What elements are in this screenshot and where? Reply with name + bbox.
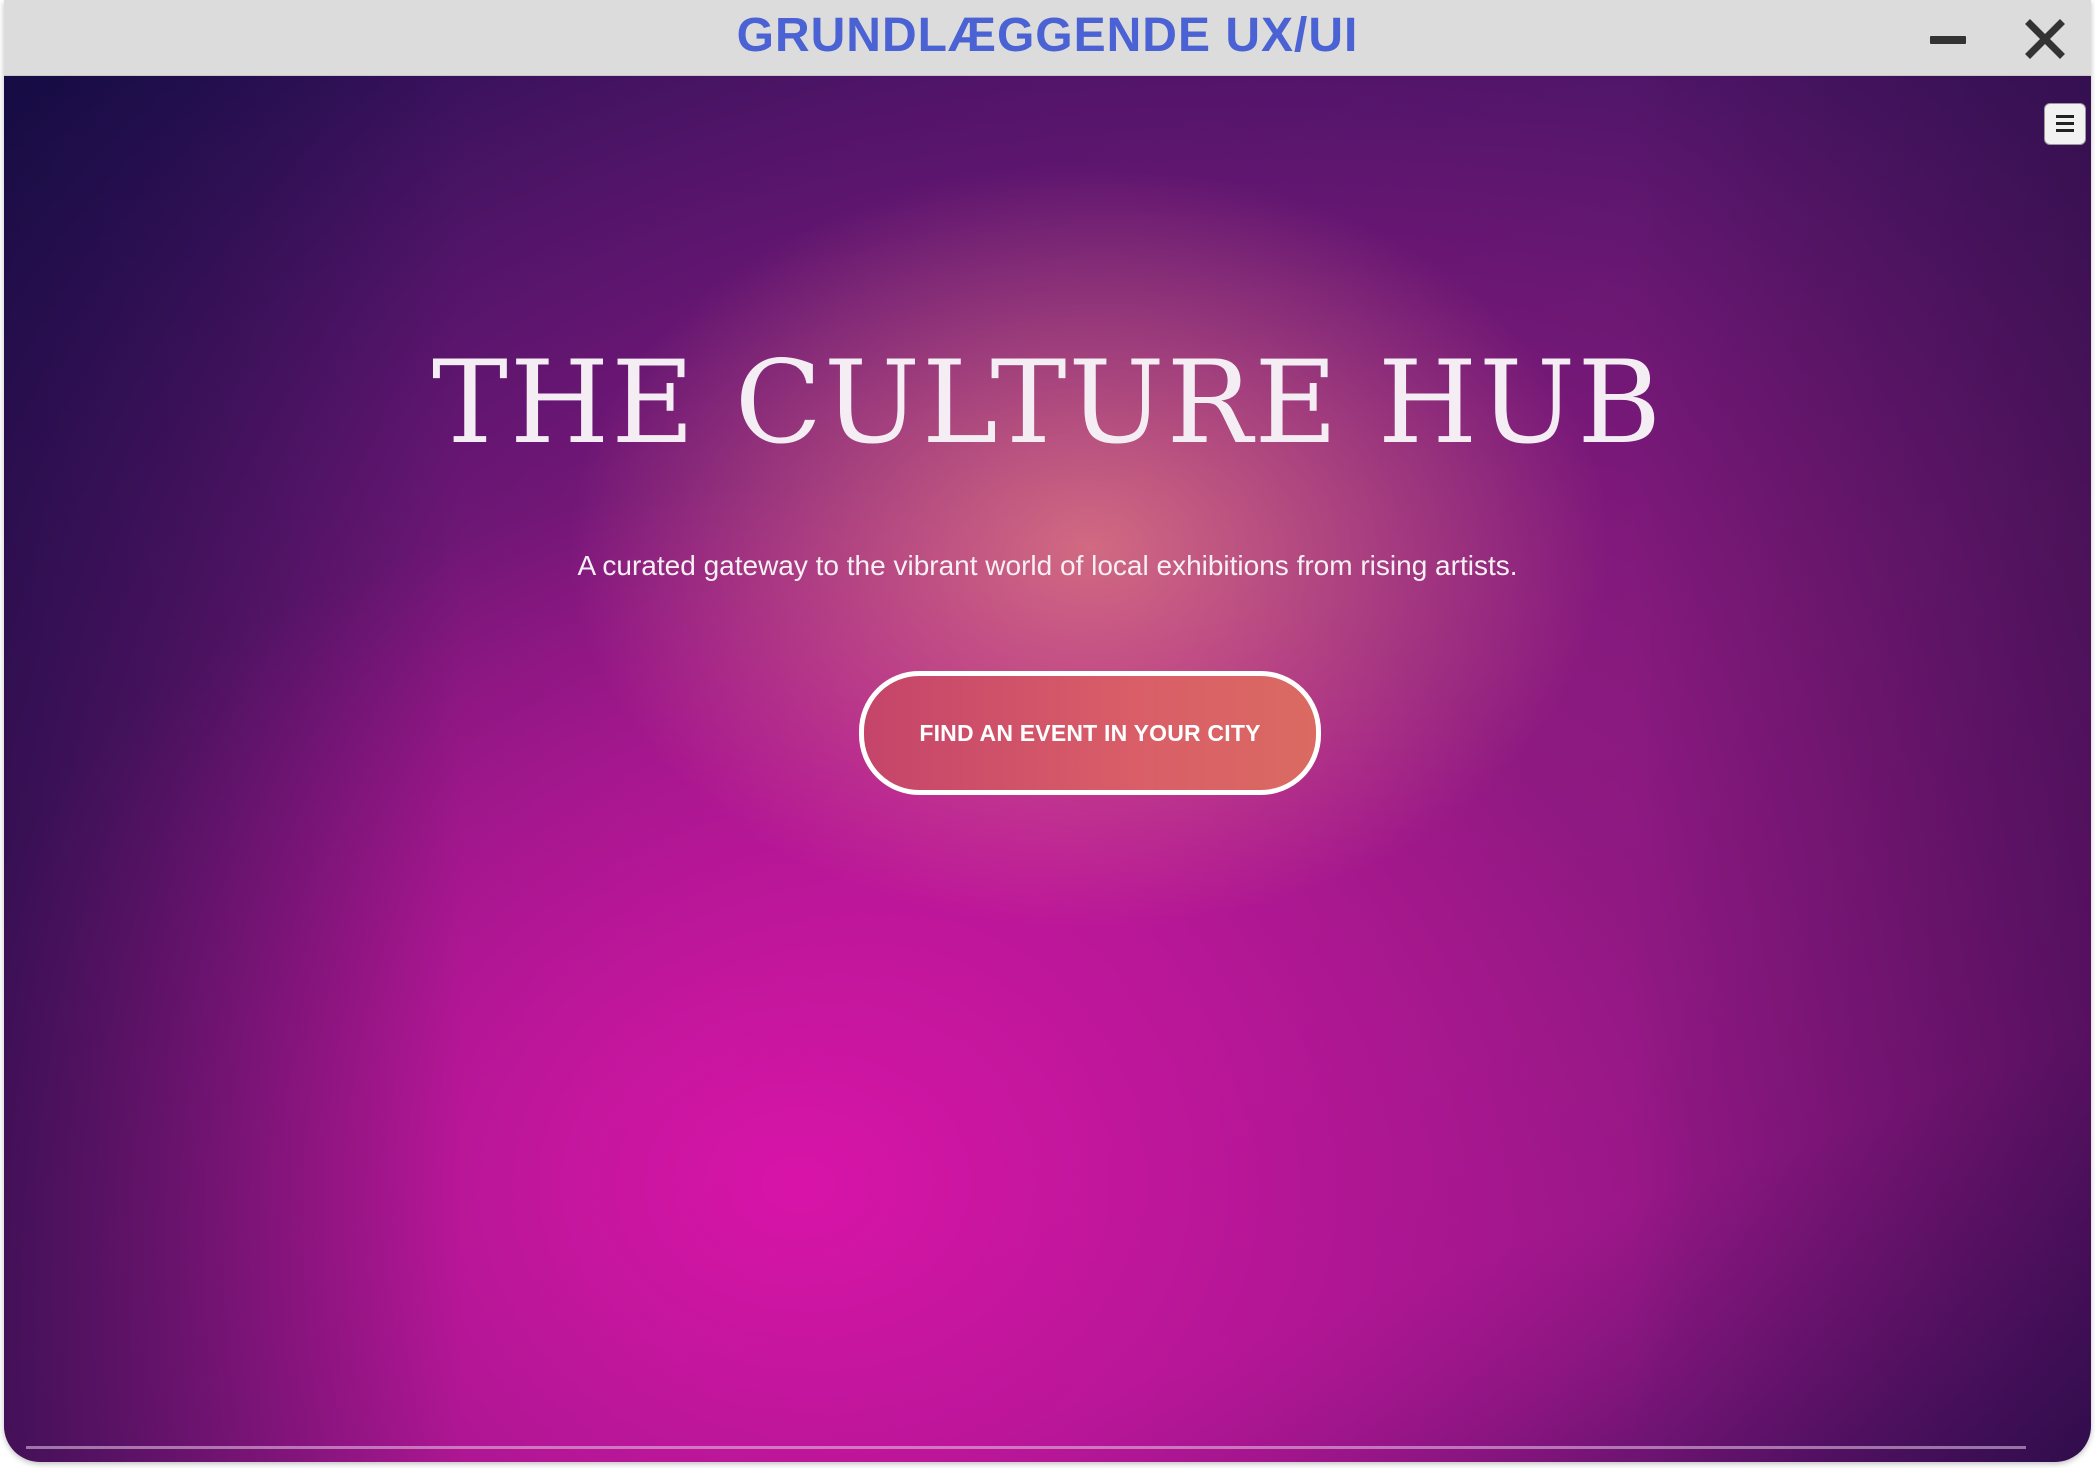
menu-line bbox=[2056, 122, 2074, 125]
title-bar: GRUNDLÆGGENDE UX/UI bbox=[4, 0, 2091, 76]
menu-line bbox=[2056, 129, 2074, 132]
close-x-glyph bbox=[2025, 19, 2065, 59]
close-icon[interactable] bbox=[2022, 16, 2068, 62]
hamburger-menu-icon[interactable] bbox=[2044, 103, 2086, 145]
horizontal-scrollbar[interactable] bbox=[26, 1446, 2026, 1449]
minimize-bar bbox=[1930, 36, 1966, 44]
hero-section: THE CULTURE HUB A curated gateway to the… bbox=[4, 76, 2091, 1462]
window-title: GRUNDLÆGGENDE UX/UI bbox=[736, 9, 1359, 62]
hero-title: THE CULTURE HUB bbox=[431, 336, 1664, 469]
hero-subtitle: A curated gateway to the vibrant world o… bbox=[577, 550, 1518, 581]
minimize-icon[interactable] bbox=[1924, 22, 1974, 56]
menu-line bbox=[2056, 115, 2074, 118]
find-event-button-label: FIND AN EVENT IN YOUR CITY bbox=[919, 719, 1261, 746]
app-window: GRUNDLÆGGENDE UX/UI THE CULTURE HUB A cu… bbox=[4, 0, 2091, 1462]
find-event-button[interactable]: FIND AN EVENT IN YOUR CITY bbox=[859, 671, 1321, 795]
